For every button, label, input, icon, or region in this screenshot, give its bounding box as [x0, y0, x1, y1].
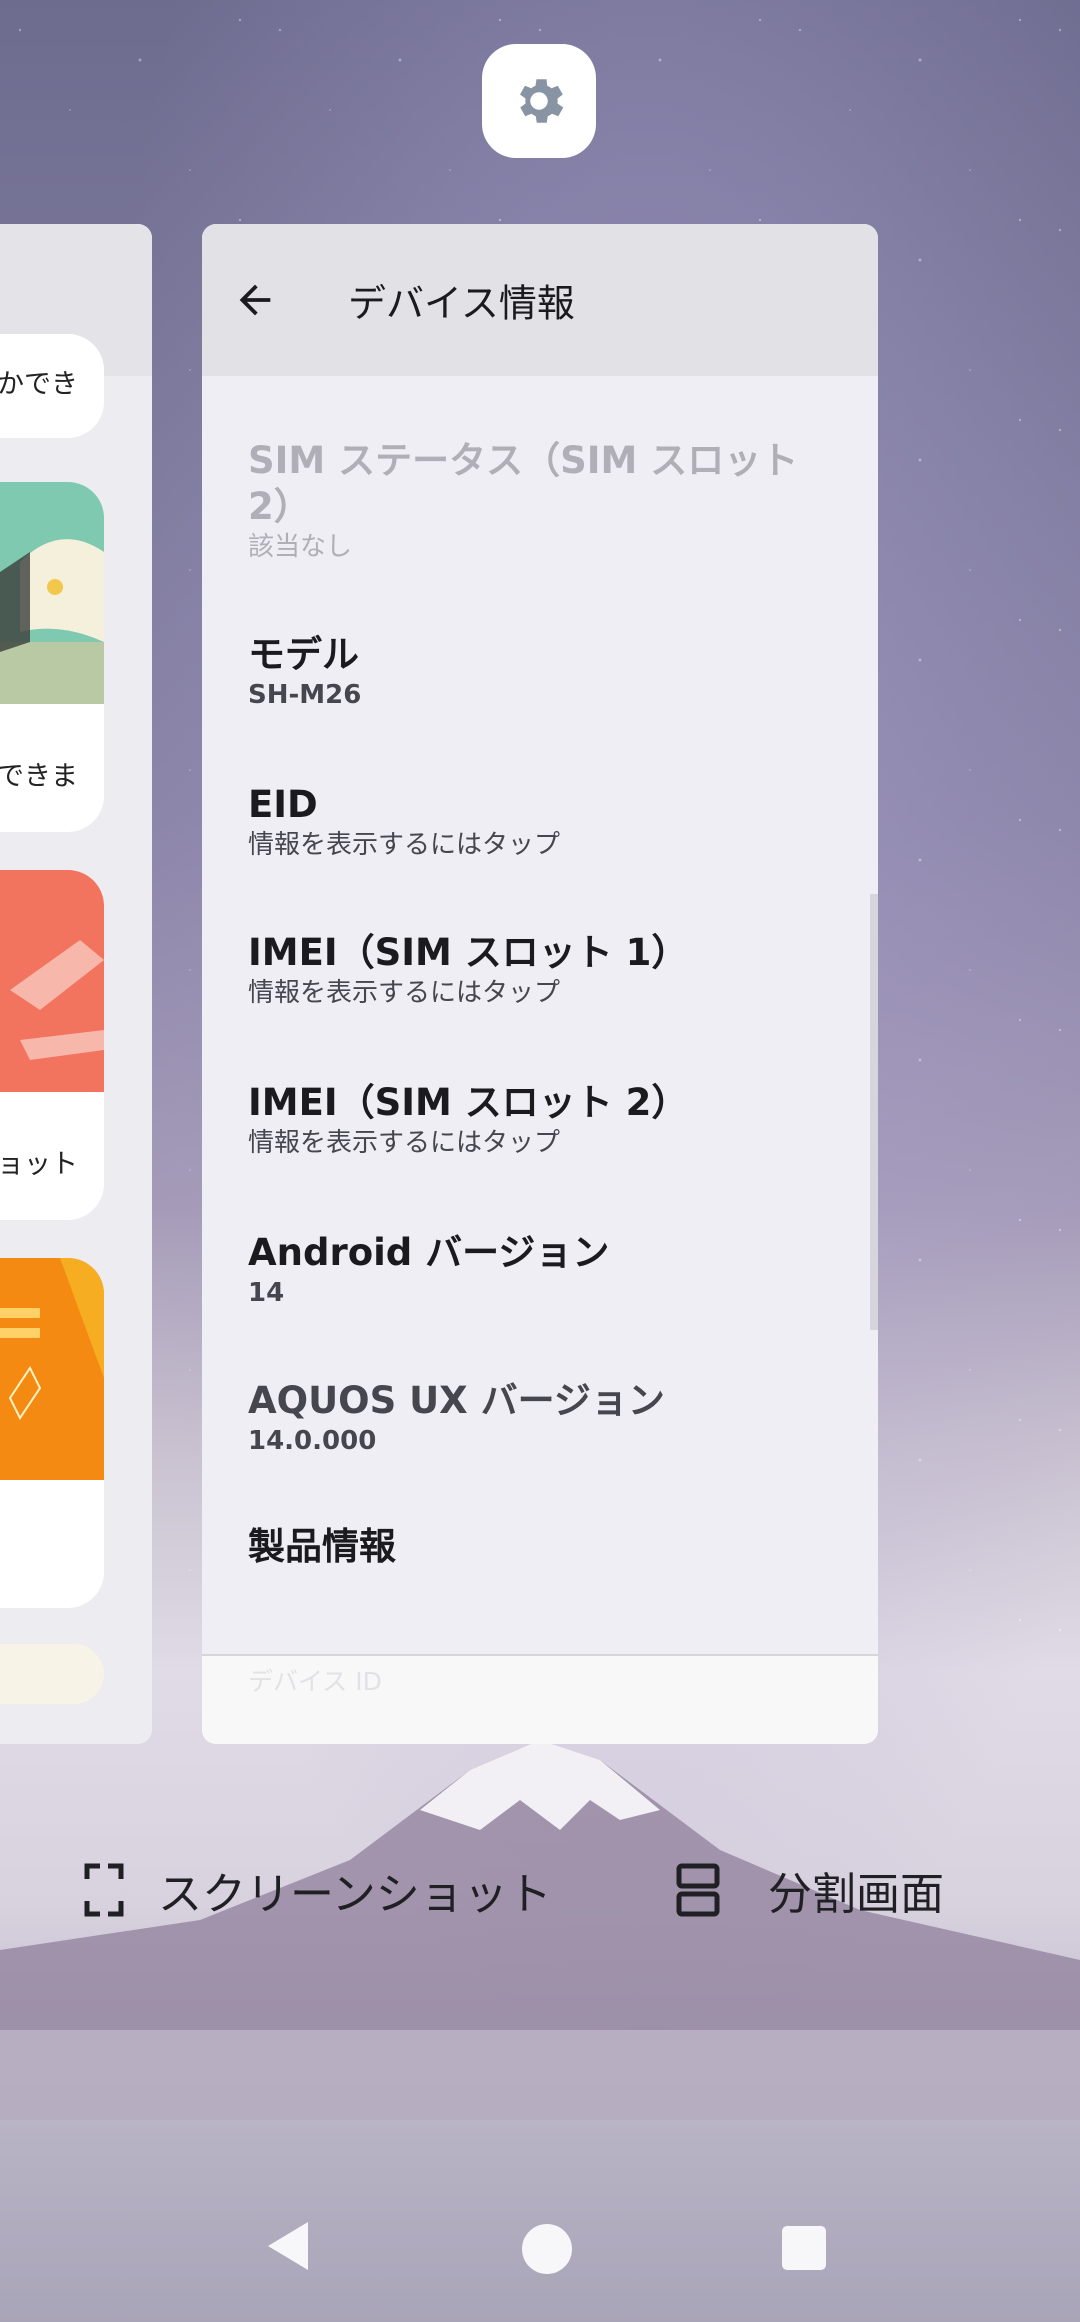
list-item-subtitle: 14.0.000 — [248, 1426, 377, 1456]
list-item-android-version[interactable]: Android バージョン 14 — [248, 1230, 848, 1310]
list-item-title: AQUOS UX バージョン — [248, 1379, 665, 1422]
app-bar: デバイス情報 — [202, 224, 878, 376]
list-item-title: Android バージョン — [248, 1231, 610, 1274]
split-screen-button[interactable]: 分割画面 — [676, 1858, 944, 1922]
previous-app-tile: かでき — [0, 334, 104, 438]
list-item-imei-slot-1[interactable]: IMEI（SIM スロット 1） 情報を表示するにはタップ — [248, 930, 848, 1010]
list-item-title: EID — [248, 783, 318, 826]
tile-text: できま — [0, 761, 78, 792]
split-screen-icon — [676, 1863, 720, 1917]
screenshot-icon — [84, 1863, 124, 1917]
device-info-card[interactable]: デバイス情報 SIM ステータス（SIM スロット 2） 該当なし モデル SH… — [202, 224, 878, 1744]
list-item-model[interactable]: モデル SH-M26 — [248, 632, 848, 712]
list-item-subtitle: 情報を表示するにはタップ — [248, 830, 561, 860]
list-item-subtitle: SH-M26 — [248, 680, 362, 710]
scrollbar[interactable] — [870, 894, 878, 1330]
settings-app-icon[interactable] — [482, 44, 596, 158]
faded-list-item: デバイス ID — [248, 1667, 382, 1696]
list-item-subtitle: 情報を表示するにはタップ — [248, 1128, 561, 1158]
settings-gear-icon — [520, 79, 564, 123]
list-item-sim-status: SIM ステータス（SIM スロット 2） 該当なし — [248, 438, 848, 564]
previous-app-tile: できま — [0, 482, 104, 832]
split-screen-label: 分割画面 — [768, 1869, 944, 1920]
page-title: デバイス情報 — [348, 281, 575, 326]
card-footer: デバイス ID — [202, 1654, 878, 1744]
tile-text: ョット — [0, 1149, 78, 1180]
list-item-title: モデル — [248, 633, 359, 676]
tile-illustration — [0, 482, 104, 704]
screenshot-label: スクリーンショット — [158, 1869, 552, 1920]
nav-recents-icon[interactable] — [780, 2224, 828, 2272]
tile-text: かでき — [0, 369, 78, 400]
tile-illustration — [0, 870, 104, 1092]
previous-app-tile: ョット — [0, 870, 104, 1220]
back-arrow-icon[interactable] — [232, 277, 278, 323]
nav-back-icon[interactable] — [262, 2218, 312, 2274]
list-item-imei-slot-2[interactable]: IMEI（SIM スロット 2） 情報を表示するにはタップ — [248, 1080, 848, 1160]
nav-home-icon[interactable] — [520, 2222, 574, 2276]
previous-app-card[interactable]: かでき できま ョット — [0, 224, 152, 1744]
list-item-subtitle: 情報を表示するにはタップ — [248, 978, 561, 1008]
list-item-product-info[interactable]: 製品情報 — [248, 1524, 848, 1570]
previous-app-tile — [0, 1258, 104, 1608]
list-item-subtitle: 14 — [248, 1278, 285, 1308]
list-item-subtitle: 該当なし — [248, 532, 353, 562]
list-item-title: IMEI（SIM スロット 1） — [248, 931, 689, 974]
screenshot-button[interactable]: スクリーンショット — [84, 1858, 552, 1922]
previous-app-tile — [0, 1644, 104, 1704]
list-item-title: IMEI（SIM スロット 2） — [248, 1081, 689, 1124]
list-item-aquos-ux-version[interactable]: AQUOS UX バージョン 14.0.000 — [248, 1378, 848, 1458]
tile-illustration — [0, 1258, 104, 1480]
list-item-title: SIM ステータス（SIM スロット 2） — [248, 439, 799, 528]
list-item-eid[interactable]: EID 情報を表示するにはタップ — [248, 782, 848, 862]
list-item-title: 製品情報 — [248, 1525, 396, 1568]
